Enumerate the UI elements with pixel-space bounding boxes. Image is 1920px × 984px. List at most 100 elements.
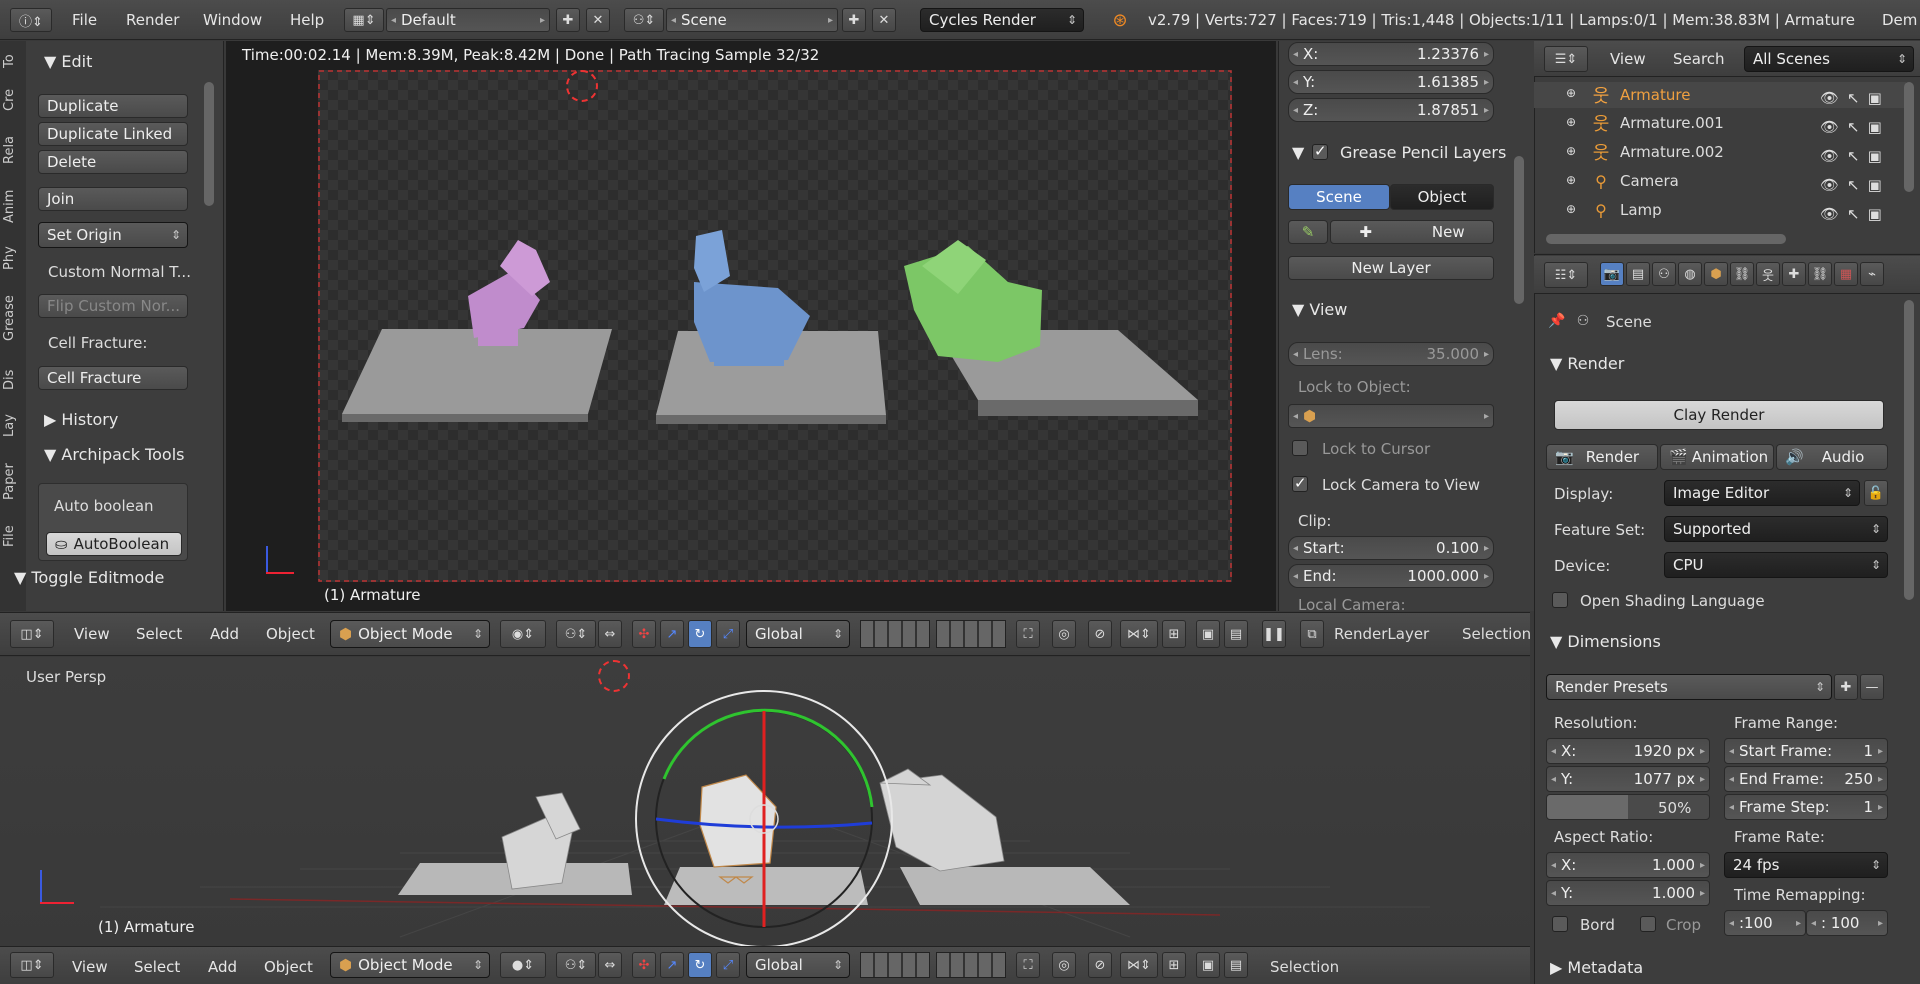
properties-editor-icon[interactable]: ☷⇕ <box>1544 262 1588 288</box>
scale-icon[interactable]: ⤢ <box>716 620 740 648</box>
tool-shelf-scrollbar[interactable] <box>204 82 214 206</box>
outliner-item-lamp[interactable]: Lamp <box>1620 201 1662 219</box>
bone-constraint-tab-icon[interactable]: ⛓ <box>1808 262 1832 286</box>
bottom-layer-buttons-b[interactable] <box>936 952 1006 978</box>
new-layer-button[interactable]: New Layer <box>1288 256 1494 280</box>
cursor-z-field[interactable]: Z: 1.87851 <box>1288 98 1494 122</box>
outliner-item-armature[interactable]: Armature <box>1620 86 1690 104</box>
clip-end-field[interactable]: End: 1000.000 <box>1288 564 1494 588</box>
armature-data-tab-icon[interactable]: 웃 <box>1756 262 1780 286</box>
move-arrow-icon[interactable]: ↗ <box>660 620 684 648</box>
render-layers-tab-icon[interactable]: ▤ <box>1626 262 1650 286</box>
snap-target-icon[interactable]: ⊞ <box>1162 620 1186 648</box>
bottom-lock-layers-icon[interactable]: ⛶ <box>1016 952 1040 978</box>
history-panel-header[interactable]: ▶ History <box>44 410 118 429</box>
tab-grease-pencil[interactable]: Grease <box>2 286 22 350</box>
start-frame-field[interactable]: Start Frame: 1 <box>1724 738 1888 764</box>
proportional-edit-icon[interactable]: ◎ <box>1052 620 1076 648</box>
expand-icon[interactable]: ⊕ <box>1566 86 1576 100</box>
bottom-editor-type-icon[interactable]: ◫⇕ <box>10 952 54 978</box>
bottom-translate-icon[interactable]: ✣ <box>632 952 656 978</box>
lock-camera-checkbox[interactable] <box>1292 474 1308 492</box>
osl-checkbox[interactable] <box>1552 592 1568 608</box>
manipulator-icon[interactable]: ⇔ <box>598 620 622 648</box>
viewport-menu-object[interactable]: Object <box>266 625 315 643</box>
expand-icon[interactable]: ⊕ <box>1566 202 1576 216</box>
object-tab-icon[interactable]: ⬢ <box>1704 262 1728 286</box>
snap-element-icon[interactable]: ⋈⇕ <box>1120 620 1158 648</box>
rotate-gizmo-green[interactable] <box>662 708 874 808</box>
lens-field[interactable]: Lens: 35.000 <box>1288 342 1494 366</box>
archipack-panel-header[interactable]: ▼ Archipack Tools <box>44 445 184 464</box>
viewport-menu-view[interactable]: View <box>74 625 110 643</box>
bottom-move-icon[interactable]: ↗ <box>660 952 684 978</box>
clip-start-field[interactable]: Start: 0.100 <box>1288 536 1494 560</box>
rotate-icon[interactable]: ↻ <box>688 620 712 648</box>
render-button[interactable]: 📷 Render <box>1546 444 1658 470</box>
display-dropdown[interactable]: Image Editor <box>1664 480 1860 506</box>
grease-object-tab[interactable]: Object <box>1390 184 1494 210</box>
remap-new-field[interactable]: : 100 <box>1806 910 1888 936</box>
outliner-scenes-dropdown[interactable]: All Scenes <box>1744 46 1914 72</box>
outliner-item-armature-001[interactable]: Armature.001 <box>1620 114 1724 132</box>
pin-icon[interactable]: 📌 <box>1546 310 1568 332</box>
feature-set-dropdown[interactable]: Supported <box>1664 516 1888 542</box>
animation-button[interactable]: 🎬 Animation <box>1660 444 1774 470</box>
cell-fracture-button[interactable]: Cell Fracture <box>38 366 188 390</box>
tab-relations[interactable]: Rela <box>2 128 22 172</box>
expand-icon[interactable]: ⊕ <box>1566 173 1576 187</box>
lock-interface-icon[interactable]: 🔓 <box>1864 480 1888 506</box>
layer-buttons-a[interactable] <box>860 620 930 648</box>
bottom-rotate-icon[interactable]: ↻ <box>688 952 712 978</box>
bottom-proportional-icon[interactable]: ◎ <box>1052 952 1076 978</box>
remove-scene-icon[interactable]: ✕ <box>872 8 896 32</box>
remove-layout-icon[interactable]: ✕ <box>586 8 610 32</box>
add-preset-icon[interactable]: ✚ <box>1834 674 1858 700</box>
render-layer-label[interactable]: RenderLayer <box>1334 625 1429 643</box>
pause-render-icon[interactable]: ❚❚ <box>1262 620 1286 648</box>
n-panel-scrollbar[interactable] <box>1514 156 1524 304</box>
duplicate-linked-button[interactable]: Duplicate Linked <box>38 122 188 146</box>
pivot-dropdown-icon[interactable]: ⚇⇕ <box>556 620 596 648</box>
aspect-x-field[interactable]: X: 1.000 <box>1546 852 1710 878</box>
tab-animation[interactable]: Anim <box>2 182 22 230</box>
orientation-dropdown[interactable]: Global <box>746 620 850 648</box>
render-presets-dropdown[interactable]: Render Presets <box>1546 674 1832 700</box>
frame-step-field[interactable]: Frame Step: 1 <box>1724 794 1888 820</box>
view-panel-header[interactable]: ▼ View <box>1292 300 1347 319</box>
menu-render[interactable]: Render <box>126 11 179 29</box>
bottom-snap-target-icon[interactable]: ⊞ <box>1162 952 1186 978</box>
remove-preset-icon[interactable]: — <box>1860 674 1884 700</box>
expand-icon[interactable]: ⊕ <box>1566 115 1576 129</box>
outliner-item-camera[interactable]: Camera <box>1620 172 1679 190</box>
delete-button[interactable]: Delete <box>38 150 188 174</box>
bottom-scale-icon[interactable]: ⤢ <box>716 952 740 978</box>
texture-tab-icon[interactable]: ▦ <box>1834 262 1858 286</box>
bottom-manipulator-icon[interactable]: ⇔ <box>598 952 622 978</box>
bottom-menu-object[interactable]: Object <box>264 958 313 976</box>
audio-button[interactable]: 🔊 Audio <box>1776 444 1888 470</box>
render-engine-dropdown[interactable]: Cycles Render <box>920 8 1084 32</box>
resolution-x-field[interactable]: X: 1920 px <box>1546 738 1710 764</box>
cursor-x-field[interactable]: X: 1.23376 <box>1288 42 1494 66</box>
bottom-shading-icon[interactable]: ●⇕ <box>500 952 546 978</box>
grease-pencil-header[interactable]: ▼ <box>1292 143 1304 162</box>
device-dropdown[interactable]: CPU <box>1664 552 1888 578</box>
bottom-layer-buttons-a[interactable] <box>860 952 930 978</box>
bottom-render-anim-icon[interactable]: ▤ <box>1224 952 1248 978</box>
outliner-scrollbar-v[interactable] <box>1904 82 1914 192</box>
layer-buttons-b[interactable] <box>936 620 1006 648</box>
render-tab-icon[interactable]: 📷 <box>1600 262 1624 286</box>
metadata-panel-header[interactable]: ▶ Metadata <box>1550 958 1643 977</box>
object-mode-dropdown[interactable]: ⬢ Object Mode <box>330 620 490 648</box>
bottom-snap-icon[interactable]: ⊘ <box>1088 952 1112 978</box>
new-grease-button[interactable]: ✚ New <box>1330 220 1494 244</box>
expand-icon[interactable]: ⊕ <box>1566 144 1576 158</box>
menu-help[interactable]: Help <box>290 11 324 29</box>
grease-scene-tab[interactable]: Scene <box>1288 184 1390 210</box>
bottom-pivot-icon[interactable]: ⚇⇕ <box>556 952 596 978</box>
outliner-menu-search[interactable]: Search <box>1673 50 1725 68</box>
aspect-y-field[interactable]: Y: 1.000 <box>1546 880 1710 906</box>
scene-tab-icon[interactable]: ⚇ <box>1652 262 1676 286</box>
duplicate-button[interactable]: Duplicate <box>38 94 188 118</box>
